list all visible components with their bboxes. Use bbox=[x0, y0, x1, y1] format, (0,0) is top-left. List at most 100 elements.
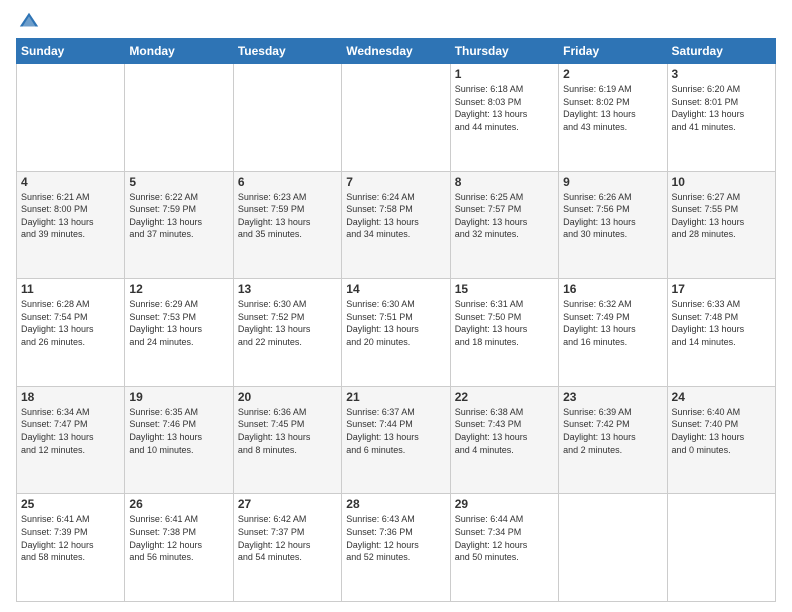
calendar-week-2: 11 Sunrise: 6:28 AM Sunset: 7:54 PM Dayli… bbox=[17, 279, 776, 387]
calendar-cell: 29 Sunrise: 6:44 AM Sunset: 7:34 PM Dayli… bbox=[450, 494, 558, 602]
day-info: Sunrise: 6:19 AM Sunset: 8:02 PM Dayligh… bbox=[563, 83, 662, 133]
day-number: 20 bbox=[238, 390, 337, 404]
day-info: Sunrise: 6:44 AM Sunset: 7:34 PM Dayligh… bbox=[455, 513, 554, 563]
calendar-cell: 1 Sunrise: 6:18 AM Sunset: 8:03 PM Daylig… bbox=[450, 64, 558, 172]
day-info: Sunrise: 6:25 AM Sunset: 7:57 PM Dayligh… bbox=[455, 191, 554, 241]
calendar-cell: 18 Sunrise: 6:34 AM Sunset: 7:47 PM Dayli… bbox=[17, 386, 125, 494]
calendar-cell: 27 Sunrise: 6:42 AM Sunset: 7:37 PM Dayli… bbox=[233, 494, 341, 602]
calendar-cell: 6 Sunrise: 6:23 AM Sunset: 7:59 PM Daylig… bbox=[233, 171, 341, 279]
calendar-cell: 8 Sunrise: 6:25 AM Sunset: 7:57 PM Daylig… bbox=[450, 171, 558, 279]
day-number: 10 bbox=[672, 175, 771, 189]
calendar-cell bbox=[342, 64, 450, 172]
day-number: 6 bbox=[238, 175, 337, 189]
day-number: 18 bbox=[21, 390, 120, 404]
day-info: Sunrise: 6:35 AM Sunset: 7:46 PM Dayligh… bbox=[129, 406, 228, 456]
day-number: 22 bbox=[455, 390, 554, 404]
calendar-cell: 25Sunrise: 6:41 AM Sunset: 7:39 PM Dayli… bbox=[17, 494, 125, 602]
calendar-cell: 13 Sunrise: 6:30 AM Sunset: 7:52 PM Dayli… bbox=[233, 279, 341, 387]
calendar-cell bbox=[233, 64, 341, 172]
day-number: 16 bbox=[563, 282, 662, 296]
day-number: 28 bbox=[346, 497, 445, 511]
calendar-cell bbox=[667, 494, 775, 602]
day-number: 14 bbox=[346, 282, 445, 296]
calendar-cell: 9 Sunrise: 6:26 AM Sunset: 7:56 PM Daylig… bbox=[559, 171, 667, 279]
calendar-cell: 15 Sunrise: 6:31 AM Sunset: 7:50 PM Dayli… bbox=[450, 279, 558, 387]
day-number: 25 bbox=[21, 497, 120, 511]
day-info: Sunrise: 6:43 AM Sunset: 7:36 PM Dayligh… bbox=[346, 513, 445, 563]
day-number: 4 bbox=[21, 175, 120, 189]
day-number: 3 bbox=[672, 67, 771, 81]
day-number: 9 bbox=[563, 175, 662, 189]
day-info: Sunrise: 6:29 AM Sunset: 7:53 PM Dayligh… bbox=[129, 298, 228, 348]
calendar-cell: 10 Sunrise: 6:27 AM Sunset: 7:55 PM Dayli… bbox=[667, 171, 775, 279]
day-number: 2 bbox=[563, 67, 662, 81]
day-info: Sunrise: 6:30 AM Sunset: 7:52 PM Dayligh… bbox=[238, 298, 337, 348]
day-info: Sunrise: 6:38 AM Sunset: 7:43 PM Dayligh… bbox=[455, 406, 554, 456]
day-number: 5 bbox=[129, 175, 228, 189]
calendar-cell: 4 Sunrise: 6:21 AM Sunset: 8:00 PM Daylig… bbox=[17, 171, 125, 279]
day-info: Sunrise: 6:42 AM Sunset: 7:37 PM Dayligh… bbox=[238, 513, 337, 563]
day-info: Sunrise: 6:26 AM Sunset: 7:56 PM Dayligh… bbox=[563, 191, 662, 241]
weekday-tuesday: Tuesday bbox=[233, 39, 341, 64]
weekday-monday: Monday bbox=[125, 39, 233, 64]
day-info: Sunrise: 6:31 AM Sunset: 7:50 PM Dayligh… bbox=[455, 298, 554, 348]
calendar-cell bbox=[125, 64, 233, 172]
calendar-cell: 7 Sunrise: 6:24 AM Sunset: 7:58 PM Daylig… bbox=[342, 171, 450, 279]
day-info: Sunrise: 6:37 AM Sunset: 7:44 PM Dayligh… bbox=[346, 406, 445, 456]
day-info: Sunrise: 6:21 AM Sunset: 8:00 PM Dayligh… bbox=[21, 191, 120, 241]
weekday-saturday: Saturday bbox=[667, 39, 775, 64]
day-info: Sunrise: 6:28 AM Sunset: 7:54 PM Dayligh… bbox=[21, 298, 120, 348]
calendar-cell bbox=[559, 494, 667, 602]
day-info: Sunrise: 6:41 AM Sunset: 7:38 PM Dayligh… bbox=[129, 513, 228, 563]
calendar-cell: 16 Sunrise: 6:32 AM Sunset: 7:49 PM Dayli… bbox=[559, 279, 667, 387]
logo-icon bbox=[18, 10, 40, 32]
day-number: 29 bbox=[455, 497, 554, 511]
day-number: 19 bbox=[129, 390, 228, 404]
day-info: Sunrise: 6:30 AM Sunset: 7:51 PM Dayligh… bbox=[346, 298, 445, 348]
calendar-cell: 12Sunrise: 6:29 AM Sunset: 7:53 PM Dayli… bbox=[125, 279, 233, 387]
day-number: 27 bbox=[238, 497, 337, 511]
weekday-wednesday: Wednesday bbox=[342, 39, 450, 64]
day-info: Sunrise: 6:18 AM Sunset: 8:03 PM Dayligh… bbox=[455, 83, 554, 133]
calendar-cell: 3 Sunrise: 6:20 AM Sunset: 8:01 PM Daylig… bbox=[667, 64, 775, 172]
day-info: Sunrise: 6:27 AM Sunset: 7:55 PM Dayligh… bbox=[672, 191, 771, 241]
day-info: Sunrise: 6:23 AM Sunset: 7:59 PM Dayligh… bbox=[238, 191, 337, 241]
calendar-cell: 5 Sunrise: 6:22 AM Sunset: 7:59 PM Daylig… bbox=[125, 171, 233, 279]
calendar-cell: 23Sunrise: 6:39 AM Sunset: 7:42 PM Dayli… bbox=[559, 386, 667, 494]
weekday-sunday: Sunday bbox=[17, 39, 125, 64]
day-info: Sunrise: 6:34 AM Sunset: 7:47 PM Dayligh… bbox=[21, 406, 120, 456]
day-info: Sunrise: 6:33 AM Sunset: 7:48 PM Dayligh… bbox=[672, 298, 771, 348]
day-info: Sunrise: 6:32 AM Sunset: 7:49 PM Dayligh… bbox=[563, 298, 662, 348]
weekday-thursday: Thursday bbox=[450, 39, 558, 64]
calendar-week-0: 1 Sunrise: 6:18 AM Sunset: 8:03 PM Daylig… bbox=[17, 64, 776, 172]
calendar-cell: 19 Sunrise: 6:35 AM Sunset: 7:46 PM Dayli… bbox=[125, 386, 233, 494]
day-number: 8 bbox=[455, 175, 554, 189]
calendar-table: SundayMondayTuesdayWednesdayThursdayFrid… bbox=[16, 38, 776, 602]
calendar-cell: 21 Sunrise: 6:37 AM Sunset: 7:44 PM Dayli… bbox=[342, 386, 450, 494]
day-number: 21 bbox=[346, 390, 445, 404]
calendar-cell: 17 Sunrise: 6:33 AM Sunset: 7:48 PM Dayli… bbox=[667, 279, 775, 387]
day-number: 15 bbox=[455, 282, 554, 296]
day-number: 17 bbox=[672, 282, 771, 296]
calendar-cell: 11 Sunrise: 6:28 AM Sunset: 7:54 PM Dayli… bbox=[17, 279, 125, 387]
day-number: 1 bbox=[455, 67, 554, 81]
weekday-friday: Friday bbox=[559, 39, 667, 64]
calendar-cell: 22 Sunrise: 6:38 AM Sunset: 7:43 PM Dayli… bbox=[450, 386, 558, 494]
day-number: 11 bbox=[21, 282, 120, 296]
calendar-cell: 26 Sunrise: 6:41 AM Sunset: 7:38 PM Dayli… bbox=[125, 494, 233, 602]
day-info: Sunrise: 6:40 AM Sunset: 7:40 PM Dayligh… bbox=[672, 406, 771, 456]
day-info: Sunrise: 6:24 AM Sunset: 7:58 PM Dayligh… bbox=[346, 191, 445, 241]
day-number: 26 bbox=[129, 497, 228, 511]
day-number: 24 bbox=[672, 390, 771, 404]
day-info: Sunrise: 6:20 AM Sunset: 8:01 PM Dayligh… bbox=[672, 83, 771, 133]
day-info: Sunrise: 6:22 AM Sunset: 7:59 PM Dayligh… bbox=[129, 191, 228, 241]
page-header bbox=[16, 10, 776, 32]
day-number: 13 bbox=[238, 282, 337, 296]
weekday-header-row: SundayMondayTuesdayWednesdayThursdayFrid… bbox=[17, 39, 776, 64]
calendar-cell: 14 Sunrise: 6:30 AM Sunset: 7:51 PM Dayli… bbox=[342, 279, 450, 387]
calendar-cell: 2 Sunrise: 6:19 AM Sunset: 8:02 PM Daylig… bbox=[559, 64, 667, 172]
day-info: Sunrise: 6:36 AM Sunset: 7:45 PM Dayligh… bbox=[238, 406, 337, 456]
calendar-week-1: 4 Sunrise: 6:21 AM Sunset: 8:00 PM Daylig… bbox=[17, 171, 776, 279]
calendar-week-3: 18 Sunrise: 6:34 AM Sunset: 7:47 PM Dayli… bbox=[17, 386, 776, 494]
day-number: 7 bbox=[346, 175, 445, 189]
